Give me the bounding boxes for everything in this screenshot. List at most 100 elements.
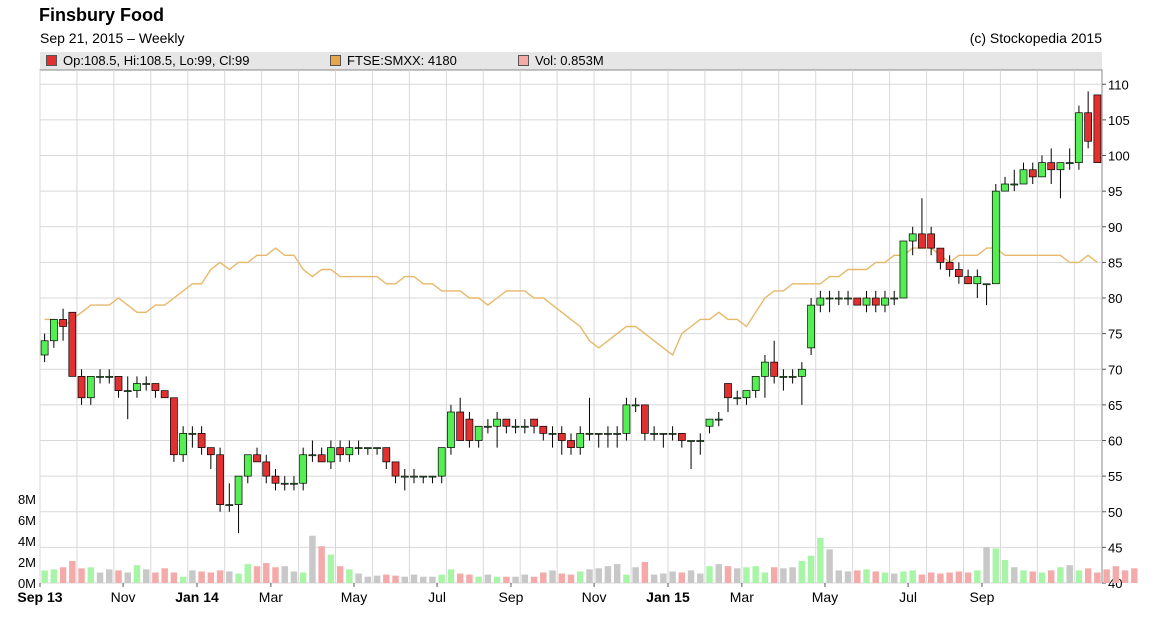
volume-bar bbox=[207, 572, 215, 583]
candle-body bbox=[447, 411, 455, 448]
candle-body bbox=[216, 454, 224, 505]
volume-tick-label: 6M bbox=[18, 513, 36, 528]
volume-bar bbox=[1094, 572, 1101, 583]
candle-body bbox=[336, 447, 344, 456]
volume-bar bbox=[410, 574, 418, 583]
volume-bar bbox=[835, 570, 843, 583]
volume-bar bbox=[789, 567, 796, 583]
candle-body bbox=[733, 397, 742, 400]
candle-body bbox=[585, 433, 594, 435]
volume-bar bbox=[1038, 572, 1046, 583]
volume-bar bbox=[1066, 565, 1073, 583]
candle-body bbox=[751, 376, 760, 391]
x-tick-label: Sep bbox=[969, 589, 994, 605]
candle-body bbox=[363, 447, 372, 449]
volume-bar bbox=[881, 572, 889, 583]
volume-bar bbox=[401, 576, 409, 583]
candle-body bbox=[428, 475, 437, 478]
volume-bar bbox=[927, 572, 935, 583]
candle-body bbox=[1038, 162, 1046, 178]
volume-bar bbox=[567, 574, 575, 583]
candle-body bbox=[650, 433, 658, 435]
candle-body bbox=[179, 433, 187, 456]
candle-body bbox=[1047, 162, 1056, 171]
volume-bar bbox=[346, 569, 353, 583]
volume-bar bbox=[133, 565, 141, 583]
candle-body bbox=[641, 404, 649, 434]
candle-body bbox=[290, 482, 298, 485]
volume-bar bbox=[1047, 570, 1055, 583]
candle-body bbox=[779, 376, 788, 378]
candle-body bbox=[622, 404, 631, 434]
candle-body bbox=[908, 233, 917, 242]
volume-bar bbox=[272, 567, 279, 583]
candle-body bbox=[151, 383, 160, 391]
y-tick-label: 60 bbox=[1108, 434, 1122, 449]
volume-bar bbox=[521, 574, 529, 583]
candle-body bbox=[253, 454, 261, 463]
volume-bar bbox=[586, 569, 593, 583]
volume-bar bbox=[780, 568, 787, 583]
volume-bar bbox=[216, 570, 224, 583]
volume-bar bbox=[198, 571, 205, 583]
volume-bar bbox=[1103, 569, 1110, 583]
volume-bar bbox=[327, 554, 335, 583]
candle-body bbox=[327, 447, 335, 463]
candle-body bbox=[1075, 112, 1083, 163]
volume-bar bbox=[466, 574, 473, 583]
volume-bar bbox=[1020, 570, 1027, 583]
volume-bar bbox=[429, 576, 436, 583]
volume-bar bbox=[456, 573, 464, 583]
volume-bar bbox=[161, 568, 168, 583]
candle-body bbox=[49, 319, 58, 342]
volume-bar bbox=[733, 568, 741, 583]
volume-bar bbox=[577, 571, 584, 583]
y-tick-label: 95 bbox=[1108, 184, 1122, 199]
candle-body bbox=[308, 454, 317, 457]
candle-body bbox=[761, 361, 769, 377]
volume-bar bbox=[558, 573, 565, 583]
volume-bar bbox=[743, 567, 750, 583]
x-tick-label: Jan 14 bbox=[175, 589, 219, 605]
volume-bar bbox=[817, 537, 824, 583]
candle-body bbox=[59, 319, 67, 327]
volume-bar bbox=[142, 569, 150, 583]
candle-body bbox=[677, 433, 686, 441]
candle-body bbox=[206, 447, 215, 456]
candle-body bbox=[437, 447, 446, 477]
volume-bar bbox=[226, 571, 233, 583]
x-tick-label: Jul bbox=[899, 589, 917, 605]
volume-bar bbox=[69, 560, 76, 583]
candle-body bbox=[816, 297, 825, 306]
candle-body bbox=[299, 454, 308, 484]
candle-body bbox=[225, 504, 234, 506]
candle-body bbox=[576, 433, 585, 448]
x-tick-label: Jul bbox=[428, 589, 446, 605]
volume-bar bbox=[595, 568, 602, 583]
candle-body bbox=[955, 269, 963, 277]
x-tick-label: Jan 15 bbox=[646, 589, 690, 605]
volume-bar bbox=[715, 564, 722, 583]
volume-bar bbox=[299, 572, 307, 583]
y-tick-label: 55 bbox=[1108, 469, 1122, 484]
volume-bar bbox=[41, 570, 48, 583]
candle-body bbox=[96, 376, 104, 378]
volume-bar bbox=[78, 568, 85, 583]
y-tick-label: 105 bbox=[1108, 113, 1130, 128]
candle-body bbox=[687, 440, 695, 442]
candle-body bbox=[77, 376, 86, 399]
candle-body bbox=[354, 447, 363, 449]
candle-body bbox=[373, 447, 381, 449]
candle-body bbox=[548, 433, 557, 435]
candle-body bbox=[918, 233, 926, 249]
volume-bar bbox=[281, 566, 288, 583]
volume-bar bbox=[290, 571, 298, 583]
y-tick-label: 90 bbox=[1108, 220, 1122, 235]
candle-body bbox=[465, 418, 474, 441]
volume-bar bbox=[512, 576, 519, 583]
volume-bar bbox=[761, 572, 769, 583]
volume-bar bbox=[438, 574, 445, 583]
candle-body bbox=[456, 411, 465, 441]
candle-body bbox=[788, 376, 797, 378]
candle-body bbox=[133, 383, 141, 391]
